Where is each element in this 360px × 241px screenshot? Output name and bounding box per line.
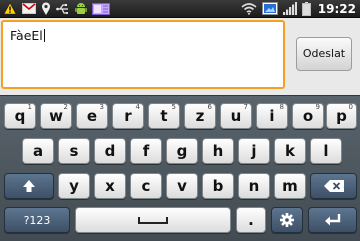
usb-icon xyxy=(56,2,70,16)
shift-arrow-icon xyxy=(21,178,37,194)
key-f[interactable]: f xyxy=(130,138,162,164)
key-x[interactable]: x xyxy=(94,173,126,199)
status-clock: 19:22 xyxy=(317,1,356,16)
key-label: z xyxy=(195,107,205,125)
key-h[interactable]: h xyxy=(202,138,234,164)
numeric-mode-label: ?123 xyxy=(23,213,51,227)
location-pin-icon xyxy=(41,2,51,16)
key-i[interactable]: i8 xyxy=(256,103,288,129)
key-label: i xyxy=(269,107,275,125)
key-s[interactable]: s xyxy=(58,138,90,164)
key-z[interactable]: z6 xyxy=(184,103,216,129)
key-label: e xyxy=(86,107,98,125)
key-hint: 1 xyxy=(27,103,32,111)
key-c[interactable]: c xyxy=(130,173,162,199)
key-y[interactable]: y xyxy=(58,173,90,199)
status-bar: 19:22 xyxy=(0,0,360,18)
key-u[interactable]: u7 xyxy=(220,103,252,129)
key-hint: 9 xyxy=(315,103,320,111)
compose-area: FàeEl Odeslat xyxy=(0,18,360,95)
key-k[interactable]: k xyxy=(274,138,306,164)
settings-key[interactable] xyxy=(271,207,303,233)
key-label: t xyxy=(160,107,168,125)
key-hint: 8 xyxy=(279,103,284,111)
period-key[interactable]: . xyxy=(236,207,266,233)
space-bar-icon xyxy=(138,215,168,225)
key-l[interactable]: l xyxy=(310,138,342,164)
backspace-icon xyxy=(323,180,344,192)
key-d[interactable]: d xyxy=(94,138,126,164)
key-label: q xyxy=(14,107,26,125)
wifi-icon xyxy=(241,2,257,16)
key-v[interactable]: v xyxy=(166,173,198,199)
key-q[interactable]: q1 xyxy=(4,103,36,129)
shift-key[interactable] xyxy=(4,173,54,199)
key-n[interactable]: n xyxy=(238,173,270,199)
key-e[interactable]: e3 xyxy=(76,103,108,129)
key-hint: 0 xyxy=(348,103,353,111)
key-label: p xyxy=(336,107,347,125)
text-caret xyxy=(43,29,45,42)
space-key[interactable] xyxy=(75,207,231,233)
android-icon xyxy=(75,2,87,16)
key-r[interactable]: r4 xyxy=(112,103,144,129)
key-hint: 7 xyxy=(243,103,248,111)
key-label: o xyxy=(302,107,314,125)
key-label: w xyxy=(49,107,63,125)
key-w[interactable]: w2 xyxy=(40,103,72,129)
key-t[interactable]: t5 xyxy=(148,103,180,129)
key-hint: 2 xyxy=(63,103,68,111)
screenshot-icon xyxy=(261,2,278,16)
sd-card-icon xyxy=(92,2,110,16)
numeric-mode-key[interactable]: ?123 xyxy=(4,207,70,233)
enter-key[interactable] xyxy=(308,207,357,233)
backspace-key[interactable] xyxy=(310,173,357,199)
key-a[interactable]: a xyxy=(22,138,54,164)
gear-icon xyxy=(279,212,295,228)
key-g[interactable]: g xyxy=(166,138,198,164)
key-p[interactable]: p0 xyxy=(326,103,357,129)
key-hint: 4 xyxy=(135,103,140,111)
gmail-icon xyxy=(22,2,36,16)
message-input[interactable]: FàeEl xyxy=(1,20,285,89)
warning-icon xyxy=(3,2,17,16)
signal-icon xyxy=(282,2,297,16)
key-b[interactable]: b xyxy=(202,173,234,199)
key-hint: 3 xyxy=(99,103,104,111)
key-m[interactable]: m xyxy=(274,173,306,199)
key-o[interactable]: o9 xyxy=(292,103,324,129)
battery-icon xyxy=(301,1,311,16)
key-label: r xyxy=(124,107,132,125)
key-hint: 5 xyxy=(171,103,176,111)
send-button[interactable]: Odeslat xyxy=(296,37,352,71)
key-label: u xyxy=(230,107,242,125)
message-text: FàeEl xyxy=(10,28,45,43)
enter-arrow-icon xyxy=(324,213,342,227)
soft-keyboard: q1 w2 e3 r4 t5 z6 u7 i8 o9 p0 a s d f g … xyxy=(0,95,360,241)
key-hint: 6 xyxy=(207,103,212,111)
key-j[interactable]: j xyxy=(238,138,270,164)
